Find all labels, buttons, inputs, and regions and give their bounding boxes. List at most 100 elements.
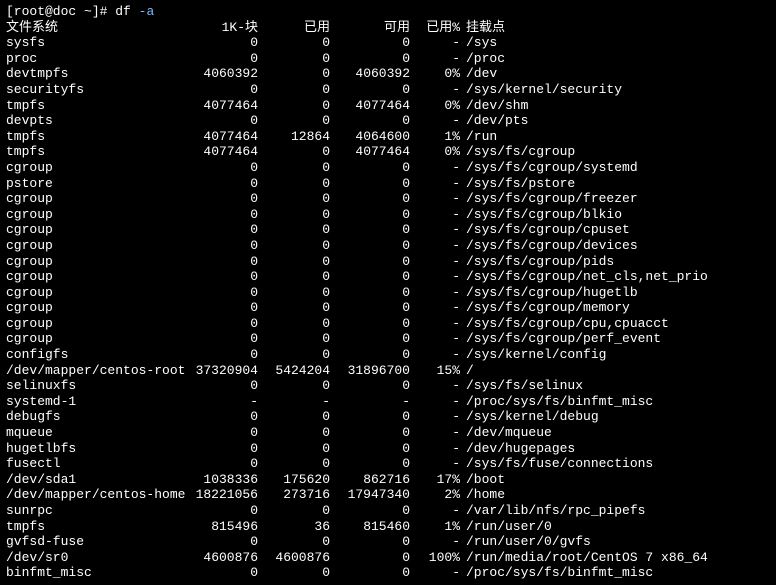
table-row: cgroup000-/sys/fs/cgroup/hugetlb (6, 285, 770, 301)
prompt-line[interactable]: [root@doc ~]# df -a (6, 4, 770, 20)
cell-blocks: 0 (184, 176, 258, 192)
cell-filesystem: tmpfs (6, 144, 184, 160)
cell-avail: 4064600 (330, 129, 410, 145)
cell-used: 0 (258, 82, 330, 98)
cell-filesystem: sysfs (6, 35, 184, 51)
cell-blocks: 0 (184, 207, 258, 223)
cell-use-pct: - (410, 565, 460, 581)
cell-mount: /run (460, 129, 497, 145)
table-row: cgroup000-/sys/fs/cgroup/perf_event (6, 331, 770, 347)
cell-avail: 0 (330, 441, 410, 457)
cell-blocks: 0 (184, 35, 258, 51)
cell-used: 0 (258, 222, 330, 238)
cell-mount: /sys/fs/cgroup/pids (460, 254, 614, 270)
cell-used: 0 (258, 316, 330, 332)
table-row: selinuxfs000-/sys/fs/selinux (6, 378, 770, 394)
cell-used: - (258, 394, 330, 410)
cell-used: 0 (258, 503, 330, 519)
cell-filesystem: cgroup (6, 160, 184, 176)
table-row: tmpfs4077464040774640%/dev/shm (6, 98, 770, 114)
cell-used: 0 (258, 160, 330, 176)
cell-use-pct: 17% (410, 472, 460, 488)
cell-filesystem: proc (6, 51, 184, 67)
cell-mount: /sys/fs/cgroup (460, 144, 575, 160)
cell-filesystem: mqueue (6, 425, 184, 441)
table-row: fusectl000-/sys/fs/fuse/connections (6, 456, 770, 472)
table-row: cgroup000-/sys/fs/cgroup/blkio (6, 207, 770, 223)
cell-mount: /sys/kernel/config (460, 347, 606, 363)
cell-use-pct: - (410, 222, 460, 238)
table-row: gvfsd-fuse000-/run/user/0/gvfs (6, 534, 770, 550)
cell-blocks: 4060392 (184, 66, 258, 82)
cell-mount: /dev/pts (460, 113, 528, 129)
cell-used: 0 (258, 113, 330, 129)
cell-mount: /sys/kernel/security (460, 82, 622, 98)
cell-mount: /sys (460, 35, 497, 51)
header-avail: 可用 (330, 20, 410, 36)
table-row: sysfs000-/sys (6, 35, 770, 51)
cell-mount: /sys/fs/fuse/connections (460, 456, 653, 472)
cell-used: 4600876 (258, 550, 330, 566)
table-row: cgroup000-/sys/fs/cgroup/pids (6, 254, 770, 270)
cell-used: 0 (258, 35, 330, 51)
cell-avail: 815460 (330, 519, 410, 535)
cell-avail: 0 (330, 82, 410, 98)
cell-blocks: 0 (184, 269, 258, 285)
cell-mount: /run/media/root/CentOS 7 x86_64 (460, 550, 708, 566)
cell-blocks: 18221056 (184, 487, 258, 503)
table-row: tmpfs815496368154601%/run/user/0 (6, 519, 770, 535)
table-row: cgroup000-/sys/fs/cgroup/cpuset (6, 222, 770, 238)
cell-used: 0 (258, 176, 330, 192)
cell-filesystem: gvfsd-fuse (6, 534, 184, 550)
cell-blocks: 0 (184, 534, 258, 550)
cell-mount: /sys/fs/pstore (460, 176, 575, 192)
cell-used: 0 (258, 144, 330, 160)
cell-use-pct: - (410, 82, 460, 98)
table-row: cgroup000-/sys/fs/cgroup/memory (6, 300, 770, 316)
cell-use-pct: - (410, 331, 460, 347)
cell-blocks: 0 (184, 254, 258, 270)
cell-blocks: 0 (184, 191, 258, 207)
cell-avail: 4077464 (330, 144, 410, 160)
cell-mount: /sys/fs/cgroup/hugetlb (460, 285, 638, 301)
table-row: tmpfs40774641286440646001%/run (6, 129, 770, 145)
prompt-command: df (115, 4, 131, 20)
cell-filesystem: cgroup (6, 207, 184, 223)
cell-blocks: 0 (184, 378, 258, 394)
cell-used: 0 (258, 66, 330, 82)
cell-used: 36 (258, 519, 330, 535)
cell-use-pct: - (410, 456, 460, 472)
cell-blocks: 0 (184, 238, 258, 254)
cell-used: 0 (258, 51, 330, 67)
cell-filesystem: devpts (6, 113, 184, 129)
cell-use-pct: - (410, 441, 460, 457)
cell-avail: 0 (330, 316, 410, 332)
cell-filesystem: binfmt_misc (6, 565, 184, 581)
cell-blocks: 0 (184, 285, 258, 301)
cell-blocks: 0 (184, 316, 258, 332)
cell-filesystem: cgroup (6, 269, 184, 285)
cell-blocks: 0 (184, 425, 258, 441)
cell-mount: /sys/fs/cgroup/memory (460, 300, 630, 316)
cell-use-pct: - (410, 534, 460, 550)
cell-blocks: 0 (184, 347, 258, 363)
cell-blocks: 1038336 (184, 472, 258, 488)
table-row: mqueue000-/dev/mqueue (6, 425, 770, 441)
cell-avail: 0 (330, 331, 410, 347)
cell-filesystem: tmpfs (6, 98, 184, 114)
cell-mount: /sys/fs/cgroup/perf_event (460, 331, 661, 347)
cell-used: 0 (258, 456, 330, 472)
table-row: /dev/sda1103833617562086271617%/boot (6, 472, 770, 488)
cell-use-pct: - (410, 394, 460, 410)
cell-avail: 0 (330, 534, 410, 550)
cell-filesystem: cgroup (6, 331, 184, 347)
cell-mount: /dev/hugepages (460, 441, 575, 457)
cell-blocks: 0 (184, 456, 258, 472)
table-header: 文件系统 1K-块 已用 可用 已用% 挂载点 (6, 20, 770, 36)
cell-filesystem: /dev/sr0 (6, 550, 184, 566)
cell-avail: 0 (330, 409, 410, 425)
cell-filesystem: tmpfs (6, 519, 184, 535)
cell-filesystem: cgroup (6, 316, 184, 332)
cell-used: 0 (258, 409, 330, 425)
header-blocks: 1K-块 (184, 20, 258, 36)
